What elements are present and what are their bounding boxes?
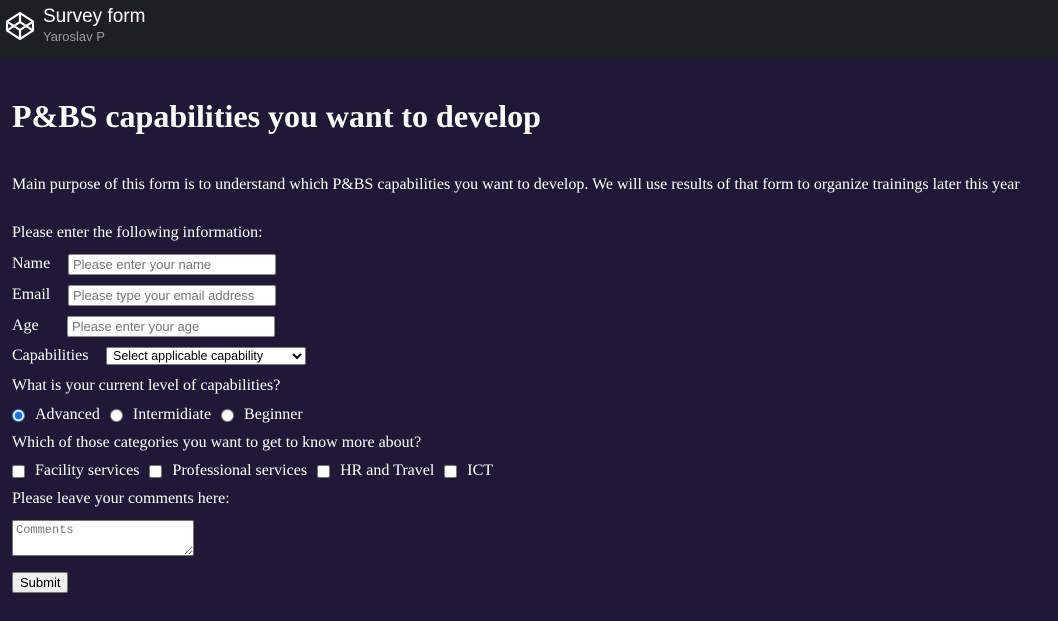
capabilities-label: Capabilities	[12, 347, 89, 364]
name-input[interactable]	[68, 253, 276, 275]
level-radio-beginner[interactable]	[221, 408, 235, 422]
pen-title[interactable]: Survey form	[43, 5, 145, 29]
level-radio-intermidiate[interactable]	[109, 408, 123, 422]
category-label-professional[interactable]: Professional services	[172, 462, 307, 480]
email-row: Email	[12, 284, 276, 306]
categories-question: Which of those categories you want to ge…	[12, 434, 422, 451]
top-bar: Survey form Yaroslav P	[0, 0, 1058, 58]
page-title: P&BS capabilities you want to develop	[12, 98, 541, 134]
category-label-hr-travel[interactable]: HR and Travel	[340, 462, 434, 480]
comments-textarea[interactable]	[12, 520, 194, 556]
level-question: What is your current level of capabiliti…	[12, 377, 281, 394]
category-checkbox-hr-travel[interactable]	[317, 464, 331, 478]
name-row: Name	[12, 253, 276, 275]
level-options: Advanced Intermidiate Beginner	[12, 405, 313, 425]
category-checkbox-professional[interactable]	[149, 464, 163, 478]
email-input[interactable]	[68, 284, 276, 306]
age-row: Age	[12, 315, 275, 337]
level-radio-advanced[interactable]	[12, 408, 25, 422]
name-label: Name	[12, 255, 51, 272]
category-options: Facility services Professional services …	[12, 461, 503, 481]
capabilities-row: Capabilities Select applicable capabilit…	[12, 345, 306, 367]
codepen-cube-icon[interactable]	[4, 10, 36, 42]
form-intro: Please enter the following information:	[12, 224, 263, 241]
category-label-ict[interactable]: ICT	[467, 462, 493, 480]
level-label-advanced[interactable]: Advanced	[35, 406, 100, 424]
form-description: Main purpose of this form is to understa…	[12, 176, 1020, 193]
pen-author[interactable]: Yaroslav P	[43, 29, 105, 45]
submit-button[interactable]: Submit	[12, 572, 69, 593]
age-label: Age	[12, 317, 39, 334]
email-label: Email	[12, 286, 51, 303]
capabilities-select[interactable]: Select applicable capability	[106, 347, 306, 365]
age-input[interactable]	[67, 315, 275, 337]
level-label-intermidiate[interactable]: Intermidiate	[133, 406, 211, 424]
category-checkbox-facility[interactable]	[12, 464, 25, 478]
category-checkbox-ict[interactable]	[444, 464, 458, 478]
category-label-facility[interactable]: Facility services	[35, 462, 139, 480]
level-label-beginner[interactable]: Beginner	[244, 406, 303, 424]
comments-label: Please leave your comments here:	[12, 490, 230, 507]
